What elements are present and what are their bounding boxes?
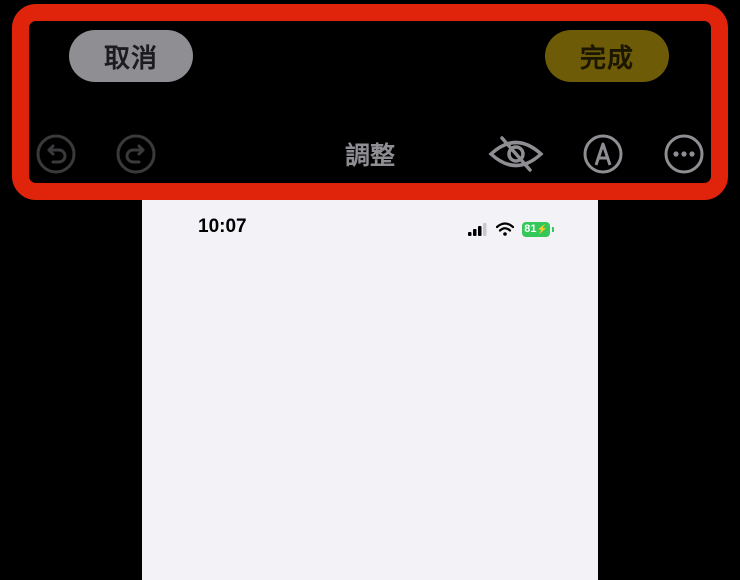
wifi-icon (496, 222, 514, 236)
battery-indicator: 81 ⚡ (522, 221, 554, 237)
cellular-signal-icon (468, 223, 487, 236)
battery-level: 81 (524, 223, 537, 235)
charging-bolt-icon: ⚡ (536, 223, 548, 234)
screenshot-preview: 10:07 81 ⚡ (142, 200, 598, 580)
status-time: 10:07 (198, 216, 247, 237)
status-icons: 81 ⚡ (468, 219, 554, 239)
highlight-frame (12, 4, 728, 200)
